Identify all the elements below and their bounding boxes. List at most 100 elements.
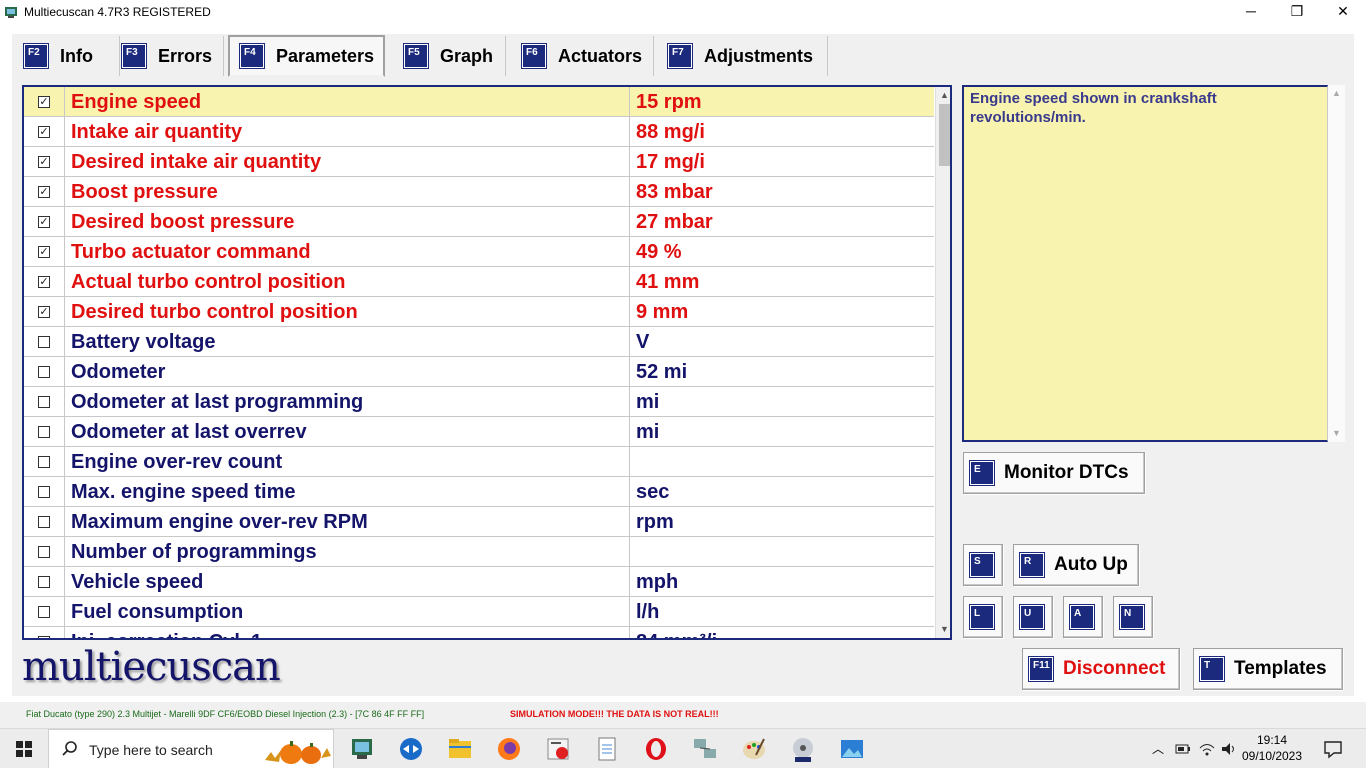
parameter-checkbox[interactable] xyxy=(38,516,50,528)
network-tool-icon[interactable] xyxy=(683,733,727,765)
parameter-checkbox[interactable] xyxy=(38,546,50,558)
table-row[interactable]: ✓ Desired boost pressure 27 mbar xyxy=(24,207,934,237)
tab-graph[interactable]: F5 Graph xyxy=(390,36,506,76)
parameter-checkbox[interactable] xyxy=(38,606,50,618)
firefox-icon[interactable] xyxy=(487,733,531,765)
notepad-icon[interactable] xyxy=(585,733,629,765)
tab-errors[interactable]: F3 Errors xyxy=(120,36,224,76)
tab-actuators[interactable]: F6 Actuators xyxy=(506,36,654,76)
n-button[interactable]: N xyxy=(1113,596,1153,638)
parameter-checkbox[interactable]: ✓ xyxy=(38,96,50,108)
parameter-value xyxy=(630,447,934,477)
parameter-checkbox[interactable] xyxy=(38,366,50,378)
table-row[interactable]: Engine over-rev count xyxy=(24,447,934,477)
vcds-icon[interactable] xyxy=(781,733,825,765)
app-icon xyxy=(5,7,17,18)
l-button[interactable]: L xyxy=(963,596,1003,638)
scroll-down-icon[interactable]: ▼ xyxy=(1328,425,1345,442)
table-row[interactable]: ✓ Boost pressure 83 mbar xyxy=(24,177,934,207)
table-row[interactable]: Battery voltage V xyxy=(24,327,934,357)
table-row[interactable]: Maximum engine over-rev RPM rpm xyxy=(24,507,934,537)
volume-icon[interactable] xyxy=(1220,741,1238,757)
table-row[interactable]: ✓ Desired turbo control position 9 mm xyxy=(24,297,934,327)
table-row[interactable]: ✓ Turbo actuator command 49 % xyxy=(24,237,934,267)
table-row[interactable]: Vehicle speed mph xyxy=(24,567,934,597)
tab-adjustments[interactable]: F7 Adjustments xyxy=(654,36,828,76)
minimize-button[interactable]: ─ xyxy=(1228,0,1274,24)
table-row[interactable]: Max. engine speed time sec xyxy=(24,477,934,507)
teamviewer-icon[interactable] xyxy=(389,733,433,765)
parameter-checkbox[interactable] xyxy=(38,456,50,468)
windows-start-icon[interactable] xyxy=(0,729,48,768)
parameter-checkbox[interactable]: ✓ xyxy=(38,306,50,318)
clock[interactable]: 19:14 09/10/2023 xyxy=(1240,732,1304,764)
multiecuscan-app-icon[interactable] xyxy=(340,733,384,765)
parameter-value: 27 mbar xyxy=(636,211,713,233)
table-row[interactable]: Inj. correction Cyl. 184 mm³/i xyxy=(24,627,934,638)
parameter-checkbox[interactable] xyxy=(38,636,50,638)
table-row[interactable]: Odometer at last programming mi xyxy=(24,387,934,417)
parameter-checkbox[interactable]: ✓ xyxy=(38,216,50,228)
restore-button[interactable]: ❐ xyxy=(1274,0,1320,24)
parameter-table: ✓ Engine speed 15 rpm ✓ Intake air quantity 8… xyxy=(22,85,952,640)
table-row[interactable]: Odometer at last overrev mi xyxy=(24,417,934,447)
u-button[interactable]: U xyxy=(1013,596,1053,638)
table-scrollbar[interactable]: ▲ ▼ xyxy=(935,87,950,638)
tab-key-badge: F4 xyxy=(240,44,264,68)
key-badge: L xyxy=(970,605,994,629)
parameter-checkbox[interactable] xyxy=(38,576,50,588)
close-button[interactable]: ✕ xyxy=(1320,0,1366,24)
app-icon-2[interactable] xyxy=(536,733,580,765)
disconnect-button[interactable]: F11 Disconnect xyxy=(1022,648,1180,690)
scroll-thumb[interactable] xyxy=(939,104,950,166)
auto-up-button[interactable]: R Auto Up xyxy=(1013,544,1139,586)
description-scrollbar[interactable]: ▲ ▼ xyxy=(1328,85,1345,442)
s-button[interactable]: S xyxy=(963,544,1003,586)
table-row[interactable]: ✓ Engine speed 15 rpm xyxy=(24,87,934,117)
parameter-value xyxy=(630,537,934,567)
file-explorer-icon[interactable] xyxy=(438,733,482,765)
table-row[interactable]: Odometer 52 mi xyxy=(24,357,934,387)
parameter-checkbox[interactable]: ✓ xyxy=(38,126,50,138)
parameter-checkbox[interactable]: ✓ xyxy=(38,276,50,288)
parameter-name: Max. engine speed time xyxy=(64,477,630,507)
chevron-up-icon[interactable]: ︿ xyxy=(1152,740,1164,768)
battery-icon[interactable] xyxy=(1174,741,1192,757)
scroll-up-icon[interactable]: ▲ xyxy=(1328,85,1345,102)
wifi-icon[interactable] xyxy=(1198,741,1216,757)
parameter-name: Desired boost pressure xyxy=(64,207,630,237)
table-row[interactable]: ✓ Desired intake air quantity 17 mg/i xyxy=(24,147,934,177)
parameter-value: 84 mm³/i xyxy=(630,627,934,638)
taskbar-search[interactable]: Type here to search xyxy=(48,729,334,768)
tab-info[interactable]: F2 Info xyxy=(24,36,120,76)
scroll-up-icon[interactable]: ▲ xyxy=(936,87,950,104)
status-bar: Fiat Ducato (type 290) 2.3 Multijet - Ma… xyxy=(0,702,1366,728)
a-button[interactable]: A xyxy=(1063,596,1103,638)
parameter-checkbox[interactable] xyxy=(38,396,50,408)
parameter-checkbox[interactable] xyxy=(38,336,50,348)
table-row[interactable]: Number of programmings xyxy=(24,537,934,567)
photos-icon[interactable] xyxy=(830,733,874,765)
templates-button[interactable]: T Templates xyxy=(1193,648,1343,690)
parameter-name: Actual turbo control position xyxy=(64,267,630,297)
parameter-checkbox[interactable] xyxy=(38,486,50,498)
table-row[interactable]: Fuel consumption l/h xyxy=(24,597,934,627)
table-row[interactable]: ✓ Actual turbo control position 41 mm xyxy=(24,267,934,297)
scroll-down-icon[interactable]: ▼ xyxy=(936,621,950,638)
parameter-checkbox[interactable]: ✓ xyxy=(38,186,50,198)
parameter-checkbox[interactable] xyxy=(38,426,50,438)
opera-icon[interactable] xyxy=(634,733,678,765)
parameter-value: 83 mbar xyxy=(636,181,713,203)
parameter-checkbox[interactable]: ✓ xyxy=(38,246,50,258)
paint-icon[interactable] xyxy=(732,733,776,765)
tab-key-badge: F7 xyxy=(668,44,692,68)
parameter-name: Number of programmings xyxy=(64,537,630,567)
key-badge: N xyxy=(1120,605,1144,629)
parameter-name: Turbo actuator command xyxy=(64,237,630,267)
table-row[interactable]: ✓ Intake air quantity 88 mg/i xyxy=(24,117,934,147)
taskbar: Type here to search ︿ 19:14 09/10/2023 xyxy=(0,728,1366,768)
parameter-checkbox[interactable]: ✓ xyxy=(38,156,50,168)
notifications-icon[interactable] xyxy=(1322,739,1344,759)
monitor-dtcs-button[interactable]: E Monitor DTCs xyxy=(963,452,1145,494)
tab-parameters[interactable]: F4 Parameters xyxy=(228,35,385,77)
